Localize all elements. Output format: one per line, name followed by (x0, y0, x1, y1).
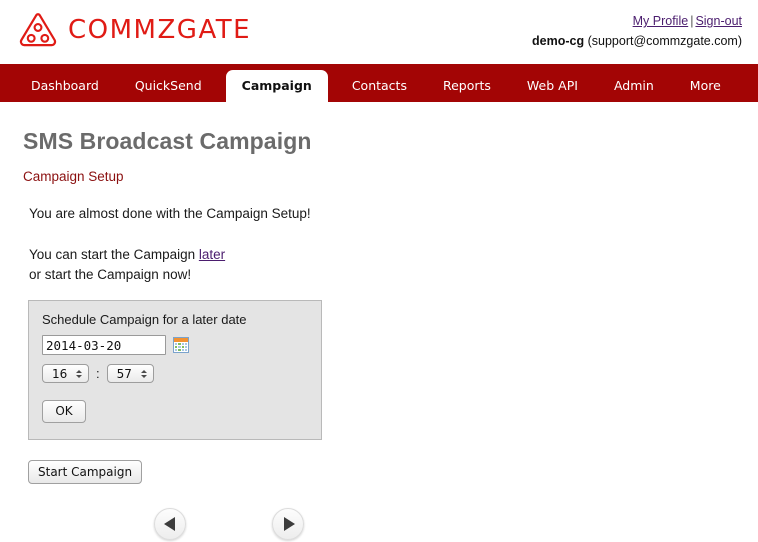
stepper-arrows-icon (140, 369, 147, 378)
main-navbar: Dashboard QuickSend Campaign Contacts Re… (0, 64, 758, 102)
stepper-arrows-icon (76, 369, 82, 378)
schedule-minute-value: 57 (116, 366, 132, 381)
nav-item-admin[interactable]: Admin (614, 78, 654, 102)
nav-item-web-api[interactable]: Web API (527, 78, 578, 102)
schedule-minute-select[interactable]: 57 (106, 364, 154, 384)
schedule-panel-title: Schedule Campaign for a later date (42, 312, 247, 328)
lead-text: You are almost done with the Campaign Se… (29, 206, 311, 221)
section-label-campaign-setup: Campaign Setup (23, 169, 124, 184)
nav-item-dashboard[interactable]: Dashboard (31, 78, 99, 102)
schedule-hour-select[interactable]: 16 (42, 364, 89, 384)
pager-controls (0, 507, 758, 540)
schedule-hour-value: 16 (52, 366, 68, 381)
schedule-time-row: 16 : 57 (42, 364, 321, 384)
previous-step-button[interactable] (154, 507, 186, 540)
nav-items: Dashboard QuickSend Campaign Contacts Re… (0, 64, 739, 102)
page-title: SMS Broadcast Campaign (23, 128, 312, 154)
triangle-dots-logo-icon (18, 12, 58, 48)
calendar-picker-icon[interactable] (173, 337, 189, 354)
nav-item-quicksend[interactable]: QuickSend (135, 78, 202, 102)
time-separator: : (96, 366, 100, 382)
start-campaign-button[interactable]: Start Campaign (28, 459, 143, 484)
schedule-later-link[interactable]: later (199, 247, 225, 262)
choice-text: You can start the Campaign later or star… (0, 221, 758, 284)
brand-name: COMMZGATE (68, 15, 252, 45)
main-content: SMS Broadcast Campaign Campaign Setup Yo… (0, 102, 758, 542)
next-step-button[interactable] (272, 507, 304, 540)
nav-item-more[interactable]: More (690, 78, 721, 102)
nav-item-reports[interactable]: Reports (443, 78, 491, 102)
schedule-campaign-panel: Schedule Campaign for a later date 16 : (28, 300, 322, 440)
brand-logo[interactable]: COMMZGATE (18, 12, 251, 48)
choice-line2: or start the Campaign now! (29, 266, 192, 282)
my-profile-link[interactable]: My Profile (633, 14, 689, 28)
schedule-date-input[interactable] (42, 335, 166, 356)
account-email: (support@commzgate.com) (587, 34, 742, 48)
triangle-right-icon (283, 516, 295, 531)
nav-item-contacts[interactable]: Contacts (352, 78, 407, 102)
nav-item-campaign[interactable]: Campaign (225, 70, 328, 102)
triangle-left-icon (163, 516, 175, 531)
page-header: COMMZGATE My Profile | Sign-out demo-cg (s… (0, 0, 758, 64)
account-username: demo-cg (532, 34, 585, 48)
schedule-ok-button[interactable]: OK (42, 400, 86, 423)
account-area: My Profile | Sign-out demo-cg (support@com… (532, 14, 742, 48)
choice-prefix: You can start the Campaign (29, 247, 199, 262)
sign-out-link[interactable]: Sign-out (695, 14, 742, 28)
account-identity: demo-cg (support@commzgate.com) (532, 34, 742, 48)
account-links: My Profile | Sign-out (532, 14, 742, 28)
schedule-date-row (42, 335, 321, 356)
